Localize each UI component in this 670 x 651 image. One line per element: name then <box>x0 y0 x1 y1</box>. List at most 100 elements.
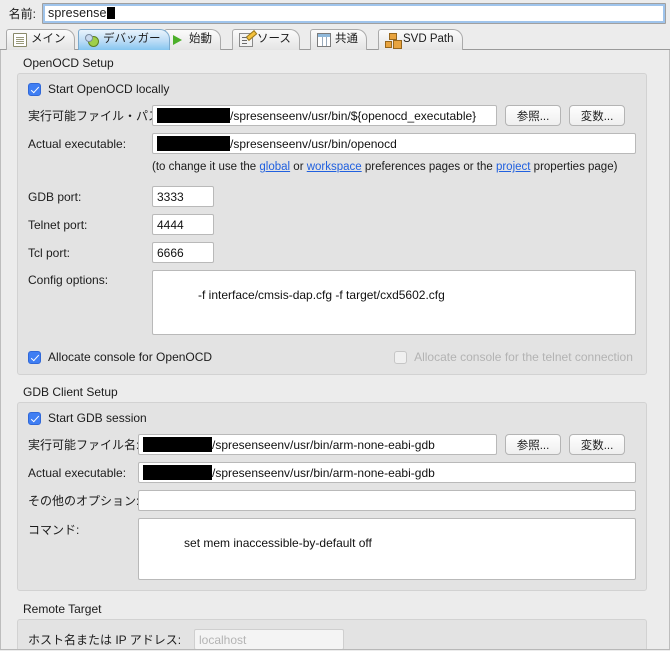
openocd-browse-button[interactable]: 参照... <box>505 105 561 126</box>
openocd-setup-group: Start OpenOCD locally 実行可能ファイル・パス: /spre… <box>17 73 647 375</box>
gdb-commands-label: コマンド: <box>28 523 80 537</box>
start-gdb-session-checkbox[interactable] <box>28 411 41 425</box>
allocate-console-openocd-label: Allocate console for OpenOCD <box>48 350 213 364</box>
gdb-executable-name-input[interactable]: /spresenseenv/usr/bin/arm-none-eabi-gdb <box>138 434 497 455</box>
start-openocd-locally-row[interactable]: Start OpenOCD locally <box>28 82 636 96</box>
debugger-tab-panel: OpenOCD Setup Start OpenOCD locally 実行可能… <box>0 50 670 651</box>
start-openocd-locally-checkbox[interactable] <box>28 82 41 96</box>
tab-debugger-label: デバッガー <box>103 33 161 46</box>
gdb-port-label: GDB port: <box>28 189 82 204</box>
tcl-port-row: Tcl port: 6666 <box>28 242 636 263</box>
openocd-executable-path-input[interactable]: /spresenseenv/usr/bin/${openocd_executab… <box>152 105 497 126</box>
openocd-executable-path-label: 実行可能ファイル・パス: <box>28 109 164 123</box>
gdb-client-setup-group: Start GDB session 実行可能ファイル名: /spresensee… <box>17 402 647 591</box>
tcl-port-input[interactable]: 6666 <box>152 242 214 263</box>
redaction-block <box>143 465 212 480</box>
remote-target-title: Remote Target <box>23 602 102 616</box>
hint-text-mid2: preferences pages or the <box>361 161 496 173</box>
telnet-port-value: 4444 <box>157 217 184 232</box>
telnet-port-row: Telnet port: 4444 <box>28 214 636 235</box>
hint-text-post: properties page) <box>530 161 618 173</box>
allocate-console-telnet-label: Allocate console for the telnet connecti… <box>414 350 633 364</box>
gdb-other-options-row: その他のオプション: <box>28 490 636 511</box>
openocd-actual-executable-row: Actual executable: /spresenseenv/usr/bin… <box>28 133 636 154</box>
tab-debugger[interactable]: デバッガー <box>78 29 170 50</box>
workspace-preferences-link[interactable]: workspace <box>307 161 362 173</box>
tab-startup-label: 始動 <box>189 33 212 46</box>
project-properties-link[interactable]: project <box>496 161 531 173</box>
gdb-port-input[interactable]: 3333 <box>152 186 214 207</box>
gdb-actual-executable-value: /spresenseenv/usr/bin/arm-none-eabi-gdb <box>212 465 435 480</box>
remote-host-placeholder: localhost <box>199 632 247 647</box>
gdb-executable-name-value: /spresenseenv/usr/bin/arm-none-eabi-gdb <box>212 437 435 452</box>
tcl-port-label: Tcl port: <box>28 245 71 260</box>
tab-bar: メイン デバッガー 始動 ソース 共通 SVD Path <box>0 28 670 50</box>
tab-source[interactable]: ソース <box>232 29 300 50</box>
tab-svd-path[interactable]: SVD Path <box>378 29 463 50</box>
start-gdb-session-label: Start GDB session <box>48 411 147 425</box>
gdb-other-options-input[interactable] <box>138 490 636 511</box>
name-label: 名前: <box>8 6 36 21</box>
remote-host-input[interactable]: localhost <box>194 629 344 650</box>
allocate-console-row: Allocate console for OpenOCD Allocate co… <box>28 350 636 364</box>
gdb-other-options-label: その他のオプション: <box>28 494 140 508</box>
gdb-actual-executable-row: Actual executable: /spresenseenv/usr/bin… <box>28 462 636 483</box>
tab-common-label: 共通 <box>335 33 358 46</box>
gdb-executable-name-row: 実行可能ファイル名: /spresenseenv/usr/bin/arm-non… <box>28 434 636 455</box>
openocd-preferences-hint: (to change it use the global or workspac… <box>152 161 617 173</box>
gdb-commands-value: set mem inaccessible-by-default off <box>184 536 372 550</box>
telnet-port-label: Telnet port: <box>28 217 88 232</box>
table-icon <box>317 33 331 47</box>
gdb-actual-executable-value-field: /spresenseenv/usr/bin/arm-none-eabi-gdb <box>138 462 636 483</box>
play-icon <box>171 33 185 47</box>
hint-text-pre: (to change it use the <box>152 161 260 173</box>
tab-common[interactable]: 共通 <box>310 29 367 50</box>
gdb-executable-name-label: 実行可能ファイル名: <box>28 438 140 452</box>
config-options-label: Config options: <box>28 273 109 287</box>
openocd-variables-button[interactable]: 変数... <box>569 105 625 126</box>
configuration-name-value: spresense <box>48 6 107 20</box>
gdb-actual-executable-label: Actual executable: <box>28 465 127 480</box>
tcl-port-value: 6666 <box>157 245 184 260</box>
gdb-commands-textarea[interactable]: set mem inaccessible-by-default off <box>138 518 636 580</box>
remote-target-group: ホスト名または IP アドレス: localhost ポート番号: 3333 <box>17 619 647 651</box>
configuration-name-input[interactable]: spresense <box>42 2 666 24</box>
redaction-block <box>157 108 230 123</box>
openocd-setup-title: OpenOCD Setup <box>23 56 114 70</box>
remote-host-label: ホスト名または IP アドレス: <box>28 633 182 647</box>
name-row: 名前: spresense <box>0 0 670 26</box>
tab-source-label: ソース <box>257 33 291 46</box>
config-options-row: Config options: -f interface/cmsis-dap.c… <box>28 270 636 335</box>
gdb-port-value: 3333 <box>157 189 184 204</box>
tab-main[interactable]: メイン <box>6 29 75 50</box>
openocd-executable-path-row: 実行可能ファイル・パス: /spresenseenv/usr/bin/${ope… <box>28 105 636 126</box>
name-redaction-block <box>106 7 115 19</box>
gdb-client-setup-title: GDB Client Setup <box>23 385 118 399</box>
redaction-block <box>143 437 212 452</box>
hint-text-mid1: or <box>290 161 307 173</box>
gdb-port-row: GDB port: 3333 <box>28 186 636 207</box>
openocd-hint-row: (to change it use the global or workspac… <box>28 161 636 173</box>
openocd-executable-path-value: /spresenseenv/usr/bin/${openocd_executab… <box>230 108 477 123</box>
remote-host-row: ホスト名または IP アドレス: localhost <box>28 629 636 650</box>
openocd-actual-executable-label: Actual executable: <box>28 136 127 151</box>
source-icon <box>239 33 253 47</box>
redaction-block <box>157 136 230 151</box>
tab-startup[interactable]: 始動 <box>164 29 221 50</box>
gdb-variables-button[interactable]: 変数... <box>569 434 625 455</box>
global-preferences-link[interactable]: global <box>259 161 290 173</box>
config-options-textarea[interactable]: -f interface/cmsis-dap.cfg -f target/cxd… <box>152 270 636 335</box>
tab-main-label: メイン <box>31 33 66 46</box>
allocate-console-openocd-checkbox[interactable] <box>28 350 41 364</box>
bug-icon <box>85 33 99 47</box>
telnet-port-input[interactable]: 4444 <box>152 214 214 235</box>
svd-tree-icon <box>385 33 399 48</box>
config-options-value: -f interface/cmsis-dap.cfg -f target/cxd… <box>198 288 445 302</box>
start-openocd-locally-label: Start OpenOCD locally <box>48 82 170 96</box>
start-gdb-session-row[interactable]: Start GDB session <box>28 411 636 425</box>
openocd-actual-executable-value: /spresenseenv/usr/bin/openocd <box>230 136 397 151</box>
gdb-browse-button[interactable]: 参照... <box>505 434 561 455</box>
debug-configuration-dialog: 名前: spresense メイン デバッガー 始動 ソース 共通 SVD Pa… <box>0 0 670 651</box>
openocd-actual-executable-value-field: /spresenseenv/usr/bin/openocd <box>152 133 636 154</box>
document-icon <box>13 33 27 47</box>
